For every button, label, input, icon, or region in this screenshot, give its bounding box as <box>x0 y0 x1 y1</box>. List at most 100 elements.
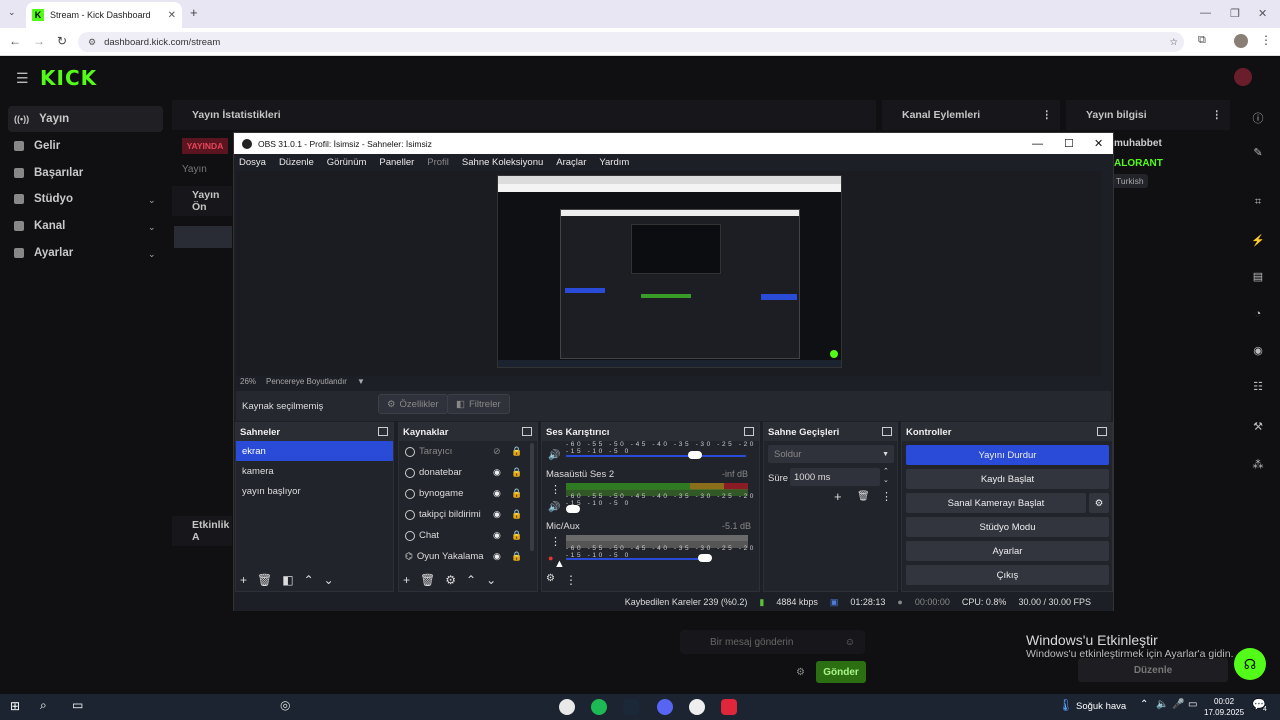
filter-icon[interactable]: ◧ <box>282 573 293 587</box>
menu-gorunum[interactable]: Görünüm <box>327 157 367 168</box>
forward-icon[interactable]: → <box>33 34 45 48</box>
duration-input[interactable]: 1000 ms <box>790 468 880 486</box>
more-icon[interactable]: ⋮ <box>565 573 577 587</box>
obs-taskbar-icon[interactable]: ◎ <box>280 698 290 712</box>
crop-icon[interactable]: ⌗ <box>1250 196 1266 212</box>
more-icon[interactable]: ⋮ <box>550 535 561 548</box>
network-tray-icon[interactable]: ▭ <box>1188 699 1197 710</box>
undock-icon[interactable] <box>522 427 532 436</box>
scale-mode[interactable]: Pencereye Boyutlandır <box>266 377 347 386</box>
browser-menu-icon[interactable]: ⋮ <box>1260 33 1272 47</box>
sources-scrollbar[interactable] <box>530 443 534 551</box>
spin-arrows-icon[interactable]: ⌃ ⌄ <box>883 467 889 485</box>
clock[interactable]: 00:02 17.09.2025 <box>1204 696 1244 718</box>
sliders-icon[interactable]: ☷ <box>1250 380 1266 396</box>
more-icon[interactable]: ⋮ <box>550 483 561 496</box>
chat-settings-icon[interactable]: ⚙ <box>796 667 805 678</box>
muted-mic-icon[interactable]: ● <box>548 553 553 563</box>
menu-sahne-koleksiyonu[interactable]: Sahne Koleksiyonu <box>462 157 543 168</box>
more-icon[interactable]: ⋮ <box>1042 109 1053 121</box>
eye-icon[interactable]: ◉ <box>493 530 501 541</box>
volume-slider-track[interactable] <box>566 455 746 457</box>
obs-minimize-icon[interactable]: — <box>1032 138 1043 150</box>
valorant-taskbar-icon[interactable] <box>721 699 737 715</box>
lock-icon[interactable]: 🔒 <box>511 530 522 541</box>
undock-icon[interactable] <box>744 427 754 436</box>
bookmark-star-icon[interactable]: ☆ <box>1169 37 1178 48</box>
menu-dosya[interactable]: Dosya <box>239 157 266 168</box>
menu-araclar[interactable]: Araçlar <box>556 157 586 168</box>
sidebar-item-basarilar[interactable]: Başarılar <box>14 167 83 179</box>
discord-taskbar-icon[interactable] <box>657 699 673 715</box>
lock-icon[interactable]: 🔒 <box>511 467 522 478</box>
arrow-up-icon[interactable]: ⌃ <box>304 573 314 587</box>
browser-tab[interactable]: K Stream - Kick Dashboard ✕ <box>26 2 182 28</box>
exit-button[interactable]: Çıkış <box>906 565 1109 585</box>
steam-taskbar-icon[interactable] <box>623 699 639 715</box>
trash-icon[interactable]: 🗑 <box>857 491 870 502</box>
menu-duzenle[interactable]: Düzenle <box>279 157 314 168</box>
document-icon[interactable]: ▤ <box>1250 270 1266 286</box>
close-tab-icon[interactable]: ✕ <box>168 10 176 21</box>
arrow-up-icon[interactable]: ⌃ <box>466 573 476 587</box>
chevron-down-icon[interactable]: ⌄ <box>148 222 156 233</box>
scene-item[interactable]: ekran <box>236 441 393 461</box>
gear-icon[interactable]: ⚙ <box>445 573 456 587</box>
volume-slider-track[interactable] <box>566 558 706 560</box>
emoji-icon[interactable]: ☺ <box>845 637 855 648</box>
eye-icon[interactable]: ◉ <box>493 551 501 562</box>
extensions-icon[interactable]: ⧉ <box>1198 34 1206 47</box>
eye-icon[interactable]: ◉ <box>493 467 501 478</box>
source-item[interactable]: Chat ◉ 🔒 <box>399 525 537 546</box>
add-icon[interactable]: + <box>240 573 247 587</box>
chrome-taskbar-icon[interactable] <box>559 699 575 715</box>
obs-maximize-icon[interactable]: ☐ <box>1064 137 1074 150</box>
apps-icon[interactable]: ⁂ <box>1250 458 1266 474</box>
eye-icon[interactable]: ◉ <box>493 488 501 499</box>
info-icon[interactable]: ⓘ <box>1250 110 1266 126</box>
user-avatar[interactable] <box>1234 68 1252 86</box>
undock-icon[interactable] <box>378 427 388 436</box>
mic-tray-icon[interactable]: 🎤 <box>1172 699 1184 710</box>
scene-item[interactable]: kamera <box>236 461 393 481</box>
speaker-icon[interactable]: 🔊 <box>548 502 560 513</box>
edit-button[interactable]: Düzenle <box>1078 658 1228 682</box>
source-item[interactable]: Tarayıcı ⊘ 🔒 <box>399 441 537 462</box>
menu-paneller[interactable]: Paneller <box>379 157 414 168</box>
profile-avatar[interactable] <box>1234 34 1248 48</box>
sidebar-item-kanal[interactable]: Kanal <box>14 220 65 232</box>
minimize-icon[interactable]: — <box>1200 7 1211 19</box>
arrow-down-icon[interactable]: ⌄ <box>324 573 334 587</box>
stop-stream-button[interactable]: Yayını Durdur <box>906 445 1109 465</box>
trash-icon[interactable]: 🗑 <box>257 573 272 587</box>
trash-icon[interactable]: 🗑 <box>420 573 435 587</box>
chat-input[interactable]: Bir mesaj gönderin ☺ <box>680 630 865 654</box>
sidebar-item-ayarlar[interactable]: Ayarlar <box>14 247 73 259</box>
close-window-icon[interactable]: ✕ <box>1258 7 1267 20</box>
menu-yardim[interactable]: Yardım <box>599 157 629 168</box>
sidebar-item-gelir[interactable]: Gelir <box>14 140 60 152</box>
lock-icon[interactable]: 🔒 <box>511 488 522 499</box>
obs-preview-area[interactable] <box>236 171 1101 376</box>
reload-icon[interactable]: ↻ <box>57 34 67 48</box>
menu-profil[interactable]: Profil <box>427 157 449 168</box>
add-icon[interactable]: + <box>403 573 410 587</box>
speaker-icon[interactable]: 🔊 <box>548 450 560 461</box>
broadcast-icon[interactable]: ◉ <box>1250 344 1266 360</box>
settings-button[interactable]: Ayarlar <box>906 541 1109 561</box>
obs-app-taskbar-icon[interactable] <box>689 699 705 715</box>
arrow-down-icon[interactable]: ⌄ <box>486 573 496 587</box>
kick-logo[interactable]: KICK <box>40 66 97 90</box>
source-item[interactable]: takipçi bildirimi ◉ 🔒 <box>399 504 537 525</box>
properties-button[interactable]: ⚙ Özellikler <box>378 394 448 414</box>
back-icon[interactable]: ← <box>9 34 21 48</box>
pencil-icon[interactable]: ✎ <box>1250 146 1266 162</box>
start-virtual-cam-button[interactable]: Sanal Kamerayı Başlat <box>906 493 1086 513</box>
add-icon[interactable]: + <box>834 489 842 504</box>
studio-mode-button[interactable]: Stüdyo Modu <box>906 517 1109 537</box>
chevron-down-icon[interactable]: ⌄ <box>148 249 156 260</box>
source-item[interactable]: bynogame ◉ 🔒 <box>399 483 537 504</box>
chevron-down-icon[interactable]: ⌄ <box>148 195 156 206</box>
lock-icon[interactable]: 🔒 <box>511 446 522 457</box>
source-item[interactable]: ⌬ Oyun Yakalama ◉ 🔒 <box>399 546 537 567</box>
